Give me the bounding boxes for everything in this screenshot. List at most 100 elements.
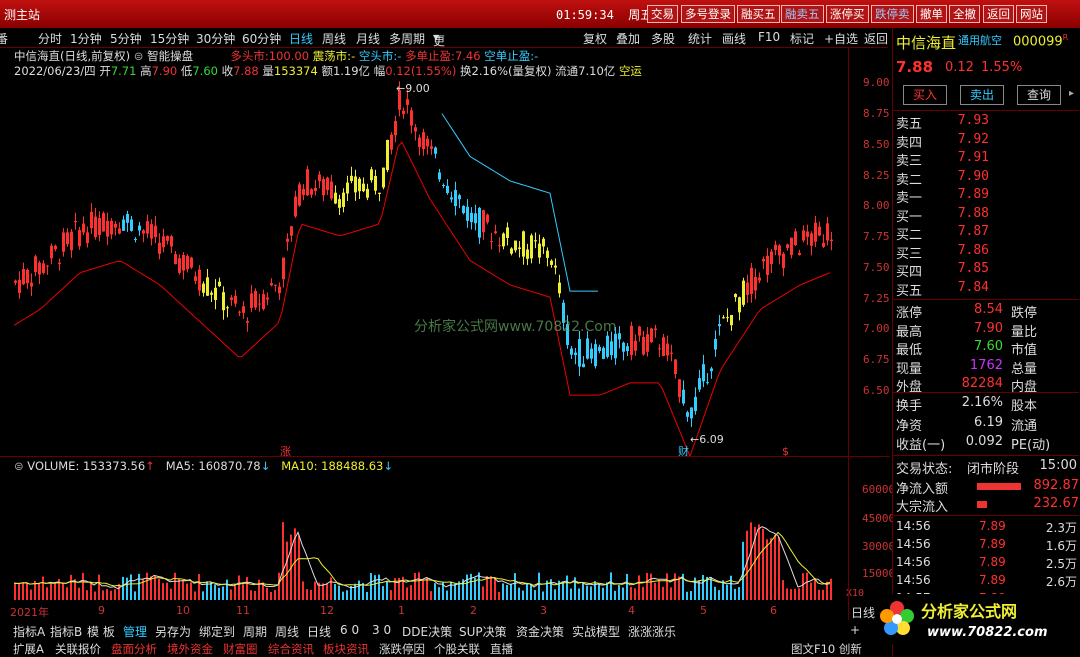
ext-tab-7[interactable]: 涨跌停因 xyxy=(379,641,425,657)
toolbar-draw[interactable]: 画线 xyxy=(722,30,746,47)
ask-row[interactable]: 卖四 7.92 xyxy=(893,132,1079,151)
candle-body xyxy=(466,206,469,221)
ext-tab-3[interactable]: 境外资金 xyxy=(167,641,213,657)
candle-body xyxy=(418,137,421,148)
volume-bar xyxy=(638,575,640,600)
tick-row[interactable]: 14:56 7.89 2.6万 xyxy=(893,573,1079,591)
bid-row[interactable]: 买五 7.84 xyxy=(893,280,1079,299)
stock-sector-tag[interactable]: 通用航空 xyxy=(958,32,1002,48)
toolbar-mark[interactable]: 标记 xyxy=(790,30,814,47)
candle-body xyxy=(722,317,725,319)
tab-save-as[interactable]: 另存为 xyxy=(155,623,191,640)
tab-weekly[interactable]: 周线 xyxy=(275,623,299,640)
period-weekly[interactable]: 周线 xyxy=(322,30,346,47)
ask-row[interactable]: 卖三 7.91 xyxy=(893,150,1079,169)
period-60min[interactable]: 60分钟 xyxy=(242,30,281,47)
period-multi[interactable]: 多周期 xyxy=(389,30,425,47)
toolbar-back[interactable]: 返回 xyxy=(864,30,888,47)
tab-30[interactable]: 3 0 xyxy=(372,623,391,637)
toolbar-overlay[interactable]: 叠加 xyxy=(616,30,640,47)
ext-tab-5[interactable]: 综合资讯 xyxy=(268,641,314,657)
candle-body xyxy=(650,328,653,343)
trade-button[interactable]: 交易 xyxy=(647,5,678,23)
tab-daily[interactable]: 日线 xyxy=(307,623,331,640)
bottom-day-label[interactable]: 日线 xyxy=(851,604,875,621)
limit-up-buy-button[interactable]: 涨停买 xyxy=(826,5,869,23)
tab-manage[interactable]: 管理 xyxy=(123,623,147,640)
candle-body xyxy=(326,177,329,191)
scroll-right-icon[interactable]: ▸ xyxy=(1069,88,1074,99)
tab-model[interactable]: 实战模型 xyxy=(572,623,620,640)
candle-body xyxy=(450,197,453,200)
limit-down-sell-button[interactable]: 跌停卖 xyxy=(871,5,914,23)
toolbar-f10[interactable]: F10 xyxy=(758,30,780,44)
candle-body xyxy=(70,231,73,251)
website-button[interactable]: 网站 xyxy=(1016,5,1047,23)
candlestick-chart[interactable] xyxy=(0,48,888,463)
tab-60[interactable]: 6 0 xyxy=(340,623,359,637)
multi-login-button[interactable]: 多号登录 xyxy=(681,5,735,23)
cancel-order-button[interactable]: 撤单 xyxy=(916,5,947,23)
toolbar-stats[interactable]: 统计 xyxy=(688,30,712,47)
period-more[interactable]: 更多 ▾ xyxy=(433,30,445,65)
candle-body xyxy=(290,226,293,236)
ask-row[interactable]: 卖一 7.89 xyxy=(893,187,1079,206)
period-intraday[interactable]: 分时 xyxy=(38,30,62,47)
buy-button[interactable]: 买入 xyxy=(903,85,947,105)
period-15min[interactable]: 15分钟 xyxy=(150,30,189,47)
tick-row[interactable]: 14:56 7.89 2.5万 xyxy=(893,555,1079,573)
period-30min[interactable]: 30分钟 xyxy=(196,30,235,47)
tab-template[interactable]: 模 板 xyxy=(87,623,115,640)
ask-row[interactable]: 卖五 7.93 xyxy=(893,113,1079,132)
cancel-all-button[interactable]: 全撤 xyxy=(949,5,980,23)
query-button[interactable]: 查询 xyxy=(1017,85,1061,105)
tab-indicator-a[interactable]: 指标A xyxy=(13,623,45,640)
candle-body xyxy=(322,179,325,196)
bid-row[interactable]: 买二 7.87 xyxy=(893,224,1079,243)
ext-tab-0[interactable]: 扩展A xyxy=(13,641,44,657)
tick-row[interactable]: 14:56 7.89 2.3万 xyxy=(893,519,1079,537)
f10-text-tab[interactable]: 图文F10 创新 xyxy=(791,641,862,657)
candle-body xyxy=(610,341,613,356)
return-button[interactable]: 返回 xyxy=(983,5,1014,23)
candle-body xyxy=(374,175,377,191)
ask-row[interactable]: 卖二 7.90 xyxy=(893,169,1079,188)
volume-bar xyxy=(778,537,780,600)
candle-body xyxy=(318,174,321,182)
tick-row[interactable]: 14:56 7.89 1.6万 xyxy=(893,537,1079,555)
bid-row[interactable]: 买四 7.85 xyxy=(893,261,1079,280)
bid-row[interactable]: 买一 7.88 xyxy=(893,206,1079,225)
volume-bar xyxy=(762,528,764,600)
tab-period[interactable]: 周期 xyxy=(243,623,267,640)
period-5min[interactable]: 5分钟 xyxy=(110,30,142,47)
volume-chart[interactable] xyxy=(0,476,848,602)
toolbar-add-favorite[interactable]: +自选 xyxy=(824,30,858,47)
candle-body xyxy=(394,121,397,136)
period-1min[interactable]: 1分钟 xyxy=(70,30,102,47)
ext-tab-8[interactable]: 个股关联 xyxy=(434,641,480,657)
volume-bar xyxy=(810,582,812,600)
add-tab-icon[interactable]: + xyxy=(850,623,860,637)
candle-body xyxy=(202,283,205,293)
margin-sell5-button[interactable]: 融卖五 xyxy=(781,5,824,23)
tab-sup[interactable]: SUP决策 xyxy=(459,623,507,640)
bid-row[interactable]: 买三 7.86 xyxy=(893,243,1079,262)
sell-button[interactable]: 卖出 xyxy=(960,85,1004,105)
tab-bind[interactable]: 绑定到 xyxy=(199,623,235,640)
ext-tab-1[interactable]: 关联报价 xyxy=(55,641,101,657)
volume-bar xyxy=(686,591,688,600)
period-monthly[interactable]: 月线 xyxy=(356,30,380,47)
ext-tab-2[interactable]: 盘面分析 xyxy=(111,641,157,657)
candle-body xyxy=(154,225,157,238)
margin-buy5-button[interactable]: 融买五 xyxy=(737,5,780,23)
tab-zhangle[interactable]: 涨涨涨乐 xyxy=(628,623,676,640)
toolbar-multi-stock[interactable]: 多股 xyxy=(651,30,675,47)
period-daily[interactable]: 日线 xyxy=(289,30,313,47)
ext-tab-9[interactable]: 直播 xyxy=(490,641,513,657)
ext-tab-6[interactable]: 板块资讯 xyxy=(323,641,369,657)
tab-indicator-b[interactable]: 指标B xyxy=(50,623,82,640)
tab-fund[interactable]: 资金决策 xyxy=(516,623,564,640)
tab-dde[interactable]: DDE决策 xyxy=(402,623,452,640)
toolbar-adjust[interactable]: 复权 xyxy=(583,30,607,47)
ext-tab-4[interactable]: 财富圈 xyxy=(223,641,258,657)
